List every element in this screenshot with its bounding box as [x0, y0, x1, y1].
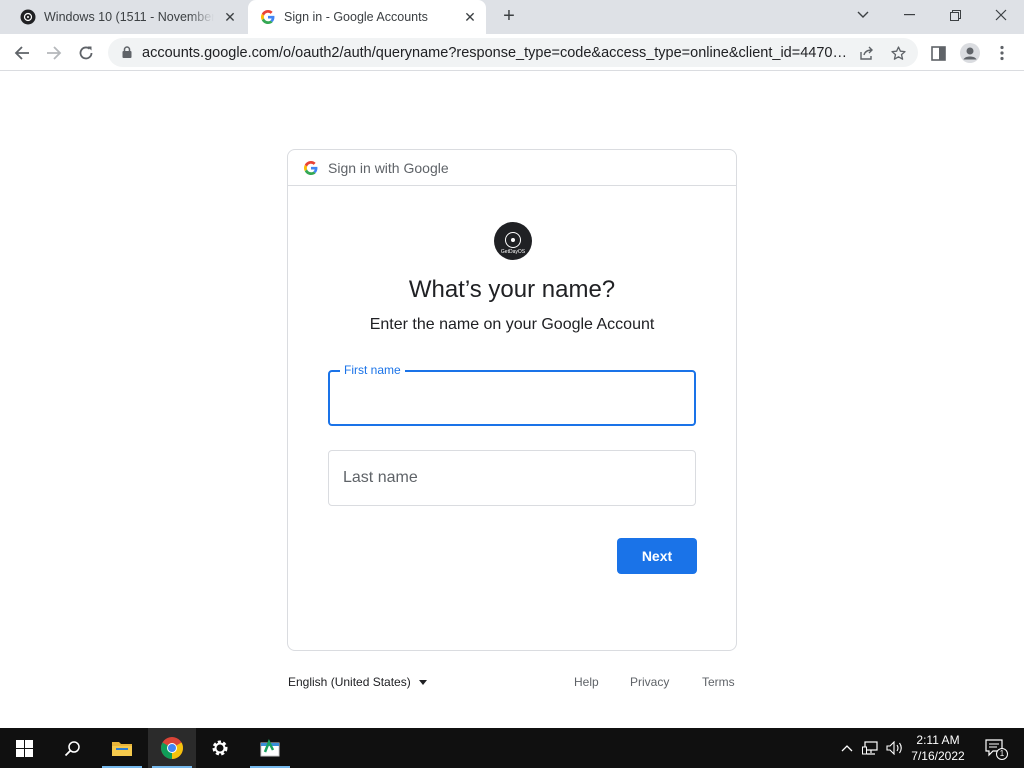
- caret-down-icon: [418, 679, 427, 685]
- search-icon: [64, 740, 80, 756]
- windows-logo-icon: [15, 739, 33, 757]
- app-window-icon: [260, 738, 280, 757]
- close-tab-icon[interactable]: ✕: [222, 9, 238, 25]
- volume-button[interactable]: [884, 728, 906, 768]
- back-button[interactable]: [8, 39, 36, 67]
- signin-card: Sign in with Google GetDayOS What’s your…: [287, 149, 737, 651]
- network-button[interactable]: [860, 728, 882, 768]
- disc-icon: [20, 9, 36, 25]
- start-button[interactable]: [0, 728, 48, 768]
- show-hidden-icons-button[interactable]: [838, 728, 856, 768]
- more-vert-icon: [1000, 45, 1004, 61]
- bookmark-button[interactable]: [886, 41, 910, 65]
- signin-footer: English (United States) Help Privacy Ter…: [288, 672, 738, 692]
- last-name-input[interactable]: [329, 451, 695, 505]
- avatar-icon: [960, 43, 980, 63]
- restore-icon: [949, 9, 961, 21]
- clock-date: 7/16/2022: [911, 749, 965, 763]
- arrow-right-icon: [47, 46, 62, 60]
- minimize-icon: [903, 14, 915, 16]
- address-bar[interactable]: accounts.google.com/o/oauth2/auth/queryn…: [108, 38, 918, 67]
- chevron-down-icon: [857, 11, 869, 18]
- tab-windows-10[interactable]: Windows 10 (1511 - November, 2015) ✕: [8, 0, 246, 34]
- share-icon: [859, 46, 873, 60]
- lock-icon[interactable]: [120, 45, 134, 59]
- language-label: English (United States): [288, 675, 411, 689]
- tab-title: Windows 10 (1511 - November, 2015): [44, 10, 214, 24]
- clock-time: 2:11 AM: [916, 733, 960, 747]
- reload-button[interactable]: [72, 39, 100, 67]
- reload-icon: [79, 46, 93, 60]
- folder-icon: [112, 742, 132, 756]
- google-icon: [304, 160, 318, 175]
- chevron-up-icon: [841, 745, 853, 752]
- card-header-title: Sign in with Google: [328, 159, 449, 176]
- star-icon: [890, 45, 906, 60]
- side-panel-button[interactable]: [924, 39, 952, 67]
- page-subtitle: Enter the name on your Google Account: [369, 316, 655, 333]
- page-title: What’s your name?: [408, 276, 616, 303]
- app-logo: GetDayOS: [494, 222, 532, 260]
- minimize-button[interactable]: [886, 0, 932, 30]
- settings-button[interactable]: [196, 728, 244, 768]
- tab-search-button[interactable]: [840, 0, 886, 30]
- language-selector[interactable]: English (United States): [288, 675, 427, 689]
- speaker-icon: [886, 741, 902, 755]
- profile-button[interactable]: [956, 39, 984, 67]
- privacy-link[interactable]: Privacy: [630, 675, 669, 689]
- last-name-field[interactable]: [328, 450, 696, 506]
- card-header: Sign in with Google: [288, 150, 736, 186]
- terms-link[interactable]: Terms: [702, 675, 735, 689]
- side-panel-icon: [930, 45, 946, 61]
- browser-menu-button[interactable]: [988, 39, 1016, 67]
- first-name-input[interactable]: [330, 372, 694, 424]
- notification-badge: 1: [996, 748, 1008, 760]
- share-button[interactable]: [854, 41, 878, 65]
- taskbar: 2:11 AM 7/16/2022 1: [0, 728, 1024, 768]
- next-button[interactable]: Next: [617, 538, 697, 574]
- close-window-button[interactable]: [978, 0, 1024, 30]
- chrome-icon: [161, 737, 183, 759]
- new-tab-button[interactable]: +: [498, 6, 520, 28]
- forward-button[interactable]: [40, 39, 68, 67]
- action-center-button[interactable]: 1: [978, 728, 1012, 768]
- help-link[interactable]: Help: [574, 675, 599, 689]
- arrow-left-icon: [14, 46, 29, 60]
- close-icon: [995, 9, 1007, 21]
- google-icon: [260, 9, 276, 25]
- browser-toolbar: accounts.google.com/o/oauth2/auth/queryn…: [0, 34, 1024, 71]
- tab-title: Sign in - Google Accounts: [284, 10, 428, 24]
- tab-google-sign-in[interactable]: Sign in - Google Accounts ✕: [248, 0, 486, 34]
- network-icon: [862, 741, 878, 755]
- app-button[interactable]: [246, 728, 294, 768]
- search-button[interactable]: [48, 728, 96, 768]
- restore-button[interactable]: [932, 0, 978, 30]
- chrome-button[interactable]: [148, 728, 196, 768]
- first-name-field[interactable]: First name: [328, 363, 696, 426]
- gear-icon: [212, 740, 228, 756]
- url-text[interactable]: accounts.google.com/o/oauth2/auth/queryn…: [142, 45, 854, 61]
- close-tab-icon[interactable]: ✕: [462, 9, 478, 25]
- clock[interactable]: 2:11 AM 7/16/2022: [906, 732, 970, 764]
- tab-strip: Windows 10 (1511 - November, 2015) ✕ Sig…: [0, 0, 1024, 34]
- logo-label: GetDayOS: [500, 249, 526, 255]
- file-explorer-button[interactable]: [98, 728, 146, 768]
